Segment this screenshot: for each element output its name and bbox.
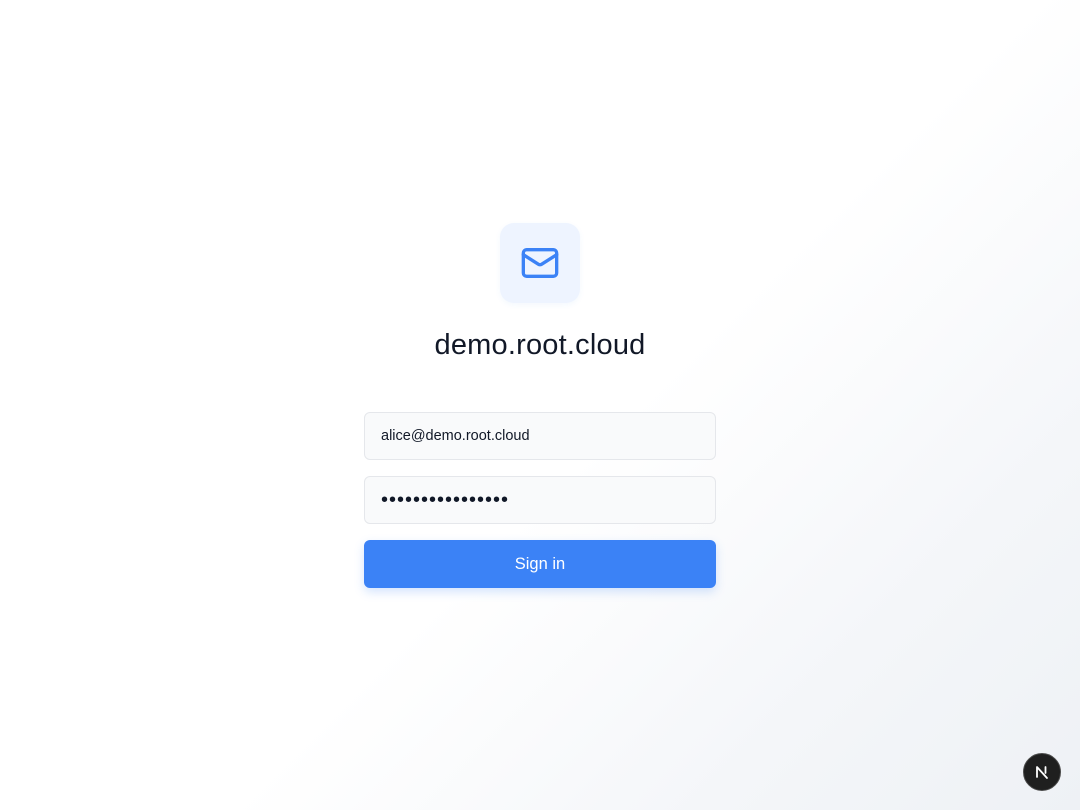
nextjs-dev-badge[interactable] <box>1023 753 1061 791</box>
page-title: demo.root.cloud <box>434 329 646 361</box>
email-field[interactable] <box>364 412 716 460</box>
nextjs-icon <box>1036 766 1048 779</box>
logo-box <box>500 223 580 303</box>
sign-in-button[interactable]: Sign in <box>364 540 716 588</box>
login-form: demo.root.cloud Sign in <box>364 223 716 588</box>
password-field[interactable] <box>364 476 716 524</box>
mail-icon <box>521 248 559 278</box>
